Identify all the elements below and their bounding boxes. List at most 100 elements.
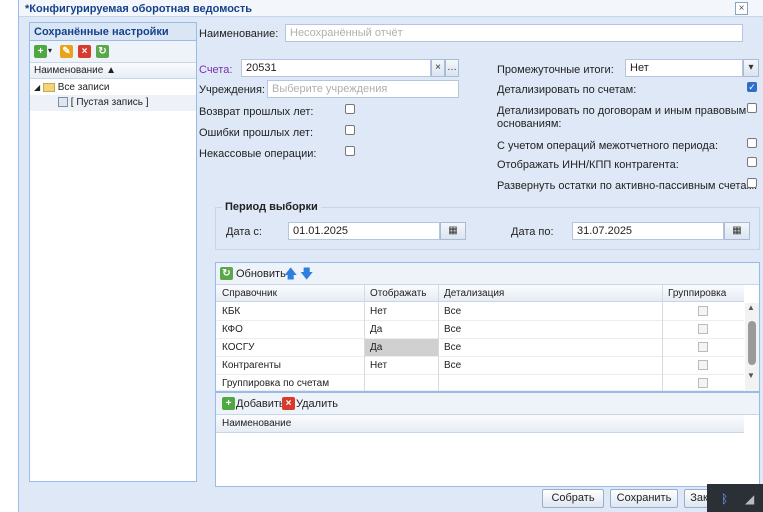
expand-balances-checkbox[interactable]: [747, 178, 757, 188]
add-icon[interactable]: +: [34, 45, 47, 58]
date-from-label: Дата с:: [226, 226, 262, 238]
dictionary-grid-header: Справочник Отображать Детализация Группи…: [216, 285, 744, 302]
grouping-checkbox[interactable]: [698, 378, 708, 388]
cell-show[interactable]: Нет: [370, 360, 387, 371]
col-dictionary[interactable]: Справочник: [222, 288, 277, 299]
arrow-up-icon[interactable]: 🡅: [284, 265, 297, 287]
cell-name: КФО: [222, 324, 243, 335]
tree-item-empty[interactable]: [ Пустая запись ]: [30, 95, 196, 111]
add-icon[interactable]: +: [222, 397, 235, 410]
check-label: С учетом операций межотчетного периода:: [497, 140, 718, 152]
dictionary-grid: ↻ Обновить 🡅 🡇 Справочник Отображать Дет…: [215, 262, 760, 392]
scroll-thumb[interactable]: [748, 321, 756, 365]
col-grouping[interactable]: Группировка: [668, 288, 726, 299]
date-to-field[interactable]: 31.07.2025: [572, 222, 724, 240]
check-label: Возврат прошлых лет:: [199, 106, 314, 118]
interperiod-ops-checkbox[interactable]: [747, 138, 757, 148]
col-name[interactable]: Наименование: [222, 418, 291, 429]
table-row[interactable]: КФО Да Все: [216, 321, 744, 339]
bluetooth-icon[interactable]: ᛒ: [721, 492, 728, 506]
saved-settings-toolbar: + ▾ ✎ × ↻: [30, 41, 196, 63]
return-prev-years-checkbox[interactable]: [345, 104, 355, 114]
show-inn-checkbox[interactable]: [747, 157, 757, 167]
collapse-icon[interactable]: ◢: [34, 83, 40, 92]
tree-item-label: [ Пустая запись ]: [70, 97, 149, 108]
grouping-grid: + Добавить × Удалить Наименование: [215, 392, 760, 487]
edit-icon[interactable]: ✎: [60, 45, 73, 58]
calendar-icon[interactable]: ▦: [440, 222, 466, 240]
subtotals-select[interactable]: Нет: [625, 59, 743, 77]
table-row[interactable]: КОСГУ Да Все: [216, 339, 744, 357]
cell-detail[interactable]: Все: [444, 360, 461, 371]
network-icon[interactable]: ◢: [745, 492, 754, 506]
prev-years-errors-checkbox[interactable]: [345, 125, 355, 135]
noncash-ops-checkbox[interactable]: [345, 146, 355, 156]
column-header-name[interactable]: Наименование ▲: [30, 63, 196, 79]
scrollbar[interactable]: ▲ ▼: [745, 303, 759, 391]
calendar-icon[interactable]: ▦: [724, 222, 750, 240]
cell-name: Группировка по счетам: [222, 378, 330, 389]
cell-show[interactable]: Да: [370, 342, 382, 353]
check-label: Детализировать по счетам:: [497, 84, 637, 96]
delete-button[interactable]: Удалить: [296, 398, 338, 410]
cell-name: КБК: [222, 306, 241, 317]
dropdown-arrow-icon[interactable]: ▾: [48, 46, 52, 55]
col-show[interactable]: Отображать: [370, 288, 426, 299]
grouping-toolbar: + Добавить × Удалить: [216, 393, 759, 415]
scroll-down-icon[interactable]: ▼: [747, 371, 755, 380]
grouping-checkbox[interactable]: [698, 306, 708, 316]
saved-settings-panel: Сохранённые настройки + ▾ ✎ × ↻ Наименов…: [29, 22, 197, 482]
delete-icon[interactable]: ×: [78, 45, 91, 58]
report-form: Наименование: Несохранённый отчёт Счета:…: [197, 17, 763, 487]
column-divider: [438, 285, 439, 391]
refresh-icon[interactable]: ↻: [96, 45, 109, 58]
cell-show[interactable]: Нет: [370, 306, 387, 317]
cell-detail[interactable]: Все: [444, 342, 461, 353]
scroll-up-icon[interactable]: ▲: [747, 303, 755, 312]
detail-contracts-checkbox[interactable]: [747, 103, 757, 113]
column-divider: [364, 285, 365, 391]
cell-name: Контрагенты: [222, 360, 281, 371]
name-field[interactable]: Несохранённый отчёт: [285, 24, 743, 42]
record-icon: [58, 97, 68, 108]
close-icon[interactable]: ×: [735, 2, 748, 15]
cell-detail[interactable]: Все: [444, 306, 461, 317]
arrow-down-icon[interactable]: 🡇: [300, 265, 313, 287]
delete-icon[interactable]: ×: [282, 397, 295, 410]
period-fieldset: Период выборки Дата с: 01.01.2025 ▦ Дата…: [215, 201, 760, 250]
dictionary-toolbar: ↻ Обновить 🡅 🡇: [216, 263, 759, 285]
save-button[interactable]: Сохранить: [610, 489, 678, 508]
table-row[interactable]: КБК Нет Все: [216, 303, 744, 321]
col-detail[interactable]: Детализация: [444, 288, 504, 299]
period-legend: Период выборки: [222, 201, 321, 213]
institutions-field[interactable]: Выберите учреждения: [267, 80, 459, 98]
accounts-field[interactable]: 20531: [241, 59, 431, 77]
saved-settings-title: Сохранённые настройки: [30, 23, 196, 41]
check-label: Развернуть остатки по активно-пассивным …: [497, 180, 758, 192]
column-divider: [662, 285, 663, 391]
grouping-checkbox[interactable]: [698, 360, 708, 370]
table-row[interactable]: Группировка по счетам: [216, 375, 744, 391]
cell-detail[interactable]: Все: [444, 324, 461, 335]
tree-item-all[interactable]: ◢ Все записи: [30, 79, 196, 95]
cell-name: КОСГУ: [222, 342, 255, 353]
more-icon[interactable]: …: [445, 59, 459, 77]
add-button[interactable]: Добавить: [236, 398, 285, 410]
check-label: Детализировать по договорам и иным право…: [497, 105, 747, 117]
accounts-label: Счета:: [199, 64, 233, 76]
date-from-field[interactable]: 01.01.2025: [288, 222, 440, 240]
table-row[interactable]: Контрагенты Нет Все: [216, 357, 744, 375]
collect-button[interactable]: Собрать: [542, 489, 604, 508]
cell-show[interactable]: Да: [370, 324, 382, 335]
refresh-icon[interactable]: ↻: [220, 267, 233, 280]
clear-icon[interactable]: ×: [431, 59, 445, 77]
chevron-down-icon[interactable]: ▾: [743, 59, 759, 77]
check-label: Ошибки прошлых лет:: [199, 127, 314, 139]
detail-accounts-checkbox[interactable]: ✓: [747, 82, 757, 92]
institutions-label: Учреждения:: [199, 84, 265, 96]
report-config-window: *Конфигурируемая оборотная ведомость × С…: [18, 0, 763, 512]
grouping-checkbox[interactable]: [698, 324, 708, 334]
refresh-button[interactable]: Обновить: [236, 268, 286, 280]
grouping-checkbox[interactable]: [698, 342, 708, 352]
grouping-grid-header: Наименование: [216, 415, 744, 433]
